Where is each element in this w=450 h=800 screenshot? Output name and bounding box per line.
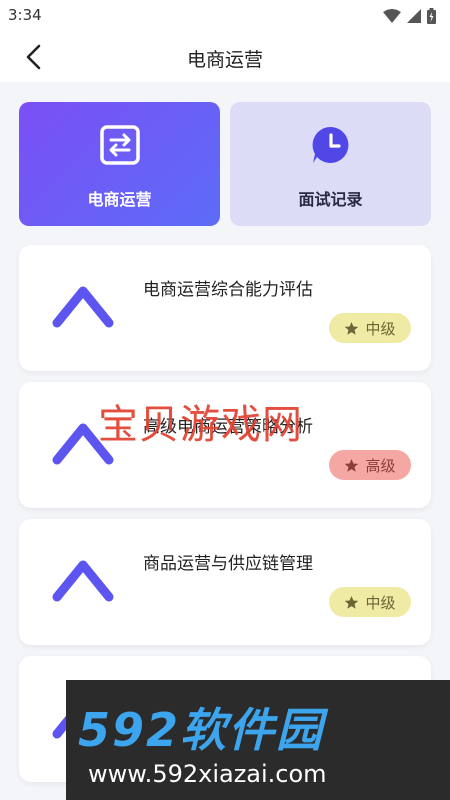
tab-interview-records[interactable]: 面试记录 [230, 102, 431, 226]
banner-url: www.592xiazai.com [88, 760, 327, 788]
watermark: 宝贝游戏网 [98, 402, 303, 448]
chevron-up-icon [52, 560, 114, 602]
level-label: 高级 [365, 456, 396, 475]
tab-label: 电商运营 [87, 190, 152, 209]
star-icon [345, 458, 359, 472]
battery-icon [427, 8, 436, 24]
signal-icon [407, 9, 421, 23]
level-badge: 中级 [329, 587, 411, 617]
level-badge: 高级 [329, 450, 411, 480]
level-badge: 中级 [329, 313, 411, 343]
tab-label: 面试记录 [298, 190, 363, 209]
course-title: 电商运营综合能力评估 [143, 280, 313, 300]
chevron-up-icon [52, 286, 114, 328]
clock-chat-icon [312, 126, 348, 163]
course-card[interactable]: 电商运营综合能力评估 中级 [19, 245, 431, 371]
status-time: 3:34 [8, 6, 42, 24]
watermark-banner: 592软件园 www.592xiazai.com [66, 680, 450, 800]
status-icons [383, 8, 436, 24]
course-card[interactable]: 商品运营与供应链管理 中级 [19, 519, 431, 645]
level-label: 中级 [365, 593, 396, 612]
course-title: 商品运营与供应链管理 [143, 554, 313, 574]
swap-arrows-icon [99, 125, 140, 165]
star-icon [345, 321, 359, 335]
tab-ecommerce[interactable]: 电商运营 [19, 102, 220, 226]
star-icon [345, 595, 359, 609]
wifi-icon [383, 9, 401, 23]
status-bar: 3:34 [0, 0, 450, 32]
nav-bar: 电商运营 [0, 32, 450, 82]
level-label: 中级 [365, 319, 396, 338]
page-title: 电商运营 [186, 49, 263, 71]
banner-logo: 592软件园 [78, 703, 325, 757]
